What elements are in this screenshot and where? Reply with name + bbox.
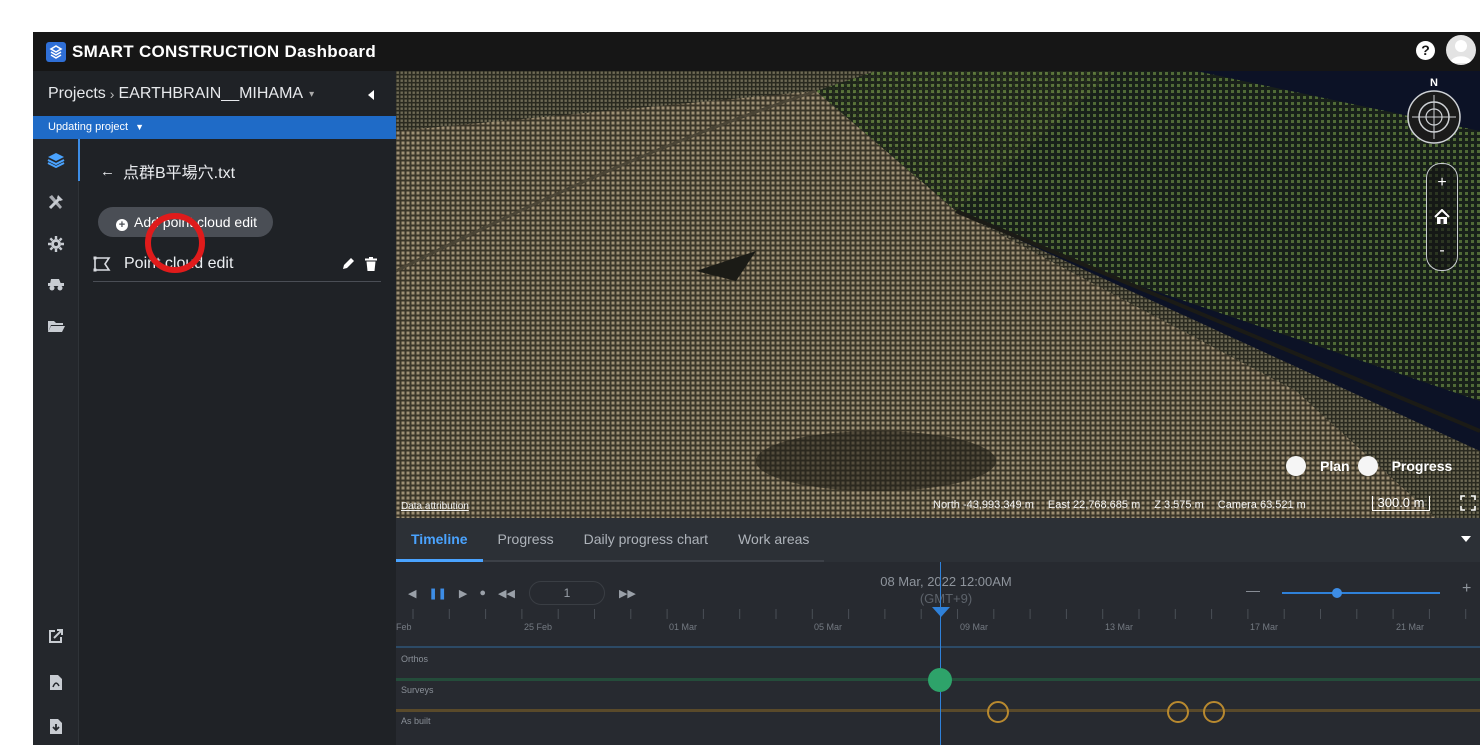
- date-tick-label: Feb: [396, 622, 412, 632]
- timeline[interactable]: ◀ ❚❚ ▶ ● ◀◀ 1 ▶▶ 08 Mar, 2022 12:00AM (G…: [396, 562, 1480, 745]
- pdf-file-icon[interactable]: [33, 661, 78, 703]
- help-icon[interactable]: ?: [1416, 41, 1435, 60]
- status-dropdown-icon[interactable]: ▼: [135, 122, 144, 132]
- clock-icon[interactable]: ●: [479, 587, 486, 599]
- logo-icon: [46, 41, 66, 62]
- breadcrumb-project[interactable]: EARTHBRAIN__MIHAMA: [118, 85, 303, 103]
- timeline-zoom-in-button[interactable]: +: [1462, 580, 1471, 598]
- plan-toggle-label: Plan: [1320, 458, 1350, 474]
- compass[interactable]: N: [1406, 77, 1462, 149]
- file-title-row[interactable]: ← 点群B平場穴.txt: [100, 159, 235, 183]
- point-cloud-scene: [396, 71, 1480, 518]
- top-bar: SMART CONSTRUCTION Dashboard ?: [33, 32, 1480, 71]
- bottom-panel: Timeline Progress Daily progress chart W…: [396, 518, 1480, 745]
- current-date: 08 Mar, 2022 12:00AM: [880, 574, 1012, 589]
- date-tick-label: 17 Mar: [1250, 622, 1279, 632]
- highlight-annotation: [145, 213, 205, 273]
- breadcrumb: Projects › EARTHBRAIN__MIHAMA ▾: [48, 85, 314, 103]
- timeline-zoom-slider[interactable]: — +: [1246, 580, 1480, 602]
- file-title: 点群B平場穴.txt: [123, 165, 236, 182]
- date-tick-label: 09 Mar: [960, 622, 989, 632]
- track-orthos: Orthos: [396, 646, 1480, 668]
- breadcrumb-separator: ›: [109, 86, 115, 102]
- tab-work-areas[interactable]: Work areas: [723, 518, 825, 562]
- play-icon[interactable]: ▶: [459, 587, 467, 600]
- data-attribution-link[interactable]: Data attribution: [401, 501, 469, 512]
- north-coordinate: North -43,993.349 m: [933, 499, 1034, 511]
- map-viewport[interactable]: N + - Plan Progress Data attribution Nor…: [396, 71, 1480, 518]
- app-title: SMART CONSTRUCTION Dashboard: [72, 41, 377, 61]
- fullscreen-icon[interactable]: [1460, 495, 1476, 511]
- current-time-display: 08 Mar, 2022 12:00AM (GMT+9): [866, 573, 1026, 607]
- app-window: SMART CONSTRUCTION Dashboard ? Projects …: [33, 32, 1480, 745]
- back-arrow-icon[interactable]: ←: [100, 163, 115, 180]
- project-dropdown-icon[interactable]: ▾: [309, 89, 314, 100]
- as-built-marker[interactable]: [1167, 701, 1189, 723]
- as-built-marker[interactable]: [987, 701, 1009, 723]
- avatar[interactable]: [1446, 35, 1476, 65]
- left-panel: Projects › EARTHBRAIN__MIHAMA ▾ Updating…: [33, 71, 396, 745]
- polygon-edit-icon: [93, 256, 111, 271]
- date-tick-label: 25 Feb: [524, 622, 553, 632]
- as-built-marker[interactable]: [1203, 701, 1225, 723]
- playback-controls: ◀ ❚❚ ▶ ● ◀◀ 1 ▶▶: [408, 581, 636, 605]
- date-tick-label: 01 Mar: [669, 622, 698, 632]
- home-view-icon[interactable]: [1427, 200, 1457, 234]
- timezone: (GMT+9): [919, 591, 973, 606]
- east-coordinate: East 22,768.685 m: [1047, 499, 1141, 511]
- rewind-icon[interactable]: ◀◀: [498, 587, 515, 600]
- status-text: Updating project: [48, 121, 129, 133]
- fast-forward-icon[interactable]: ▶▶: [619, 587, 636, 600]
- date-tick-label: 05 Mar: [814, 622, 843, 632]
- step-back-icon[interactable]: ◀: [408, 587, 416, 600]
- sidebar-rail: [33, 139, 80, 745]
- external-link-icon[interactable]: [33, 615, 78, 657]
- survey-marker[interactable]: [928, 668, 952, 692]
- track-label: As built: [401, 716, 431, 726]
- collapse-panel-icon[interactable]: [1460, 533, 1472, 545]
- scale-bar: 300.0 m: [1372, 496, 1430, 511]
- camera-height: Camera 63.521 m: [1217, 499, 1306, 511]
- trash-icon[interactable]: [365, 256, 377, 271]
- plus-circle-icon: +: [116, 219, 128, 231]
- zoom-controls: + -: [1426, 163, 1458, 271]
- layers-icon[interactable]: [33, 139, 80, 181]
- coordinate-readout: North -43,993.349 m East 22,768.685 m Z …: [933, 499, 1306, 511]
- plan-progress-toggles: Plan Progress: [1286, 456, 1460, 476]
- timeline-cursor-handle[interactable]: [932, 607, 950, 617]
- tab-daily-progress-chart[interactable]: Daily progress chart: [568, 518, 724, 562]
- folder-icon[interactable]: [33, 305, 78, 347]
- date-tick-label: 21 Mar: [1396, 622, 1425, 632]
- plan-toggle[interactable]: [1286, 456, 1306, 476]
- playback-speed[interactable]: 1: [528, 581, 605, 605]
- compass-icon[interactable]: [1406, 89, 1462, 145]
- progress-toggle-label: Progress: [1391, 458, 1453, 474]
- bottom-tabs: Timeline Progress Daily progress chart W…: [396, 518, 1480, 562]
- pencil-icon[interactable]: [341, 257, 355, 271]
- point-cloud-edit-item[interactable]: Point cloud edit: [93, 246, 381, 282]
- zoom-in-button[interactable]: +: [1427, 166, 1457, 200]
- tab-progress[interactable]: Progress: [482, 518, 569, 562]
- download-file-icon[interactable]: [33, 705, 78, 745]
- timeline-cursor[interactable]: [940, 562, 941, 745]
- progress-toggle[interactable]: [1357, 456, 1378, 476]
- zoom-out-button[interactable]: -: [1427, 234, 1457, 268]
- breadcrumb-projects[interactable]: Projects: [48, 85, 106, 103]
- tools-icon[interactable]: [33, 181, 78, 223]
- collapse-panel-icon[interactable]: [365, 88, 377, 102]
- gear-icon[interactable]: [33, 223, 78, 265]
- compass-north-label: N: [1430, 77, 1438, 89]
- tab-timeline[interactable]: Timeline: [396, 518, 483, 562]
- track-label: Orthos: [401, 654, 429, 664]
- slider-knob[interactable]: [1332, 588, 1343, 598]
- machine-icon[interactable]: [33, 263, 78, 305]
- timeline-zoom-out-button[interactable]: —: [1246, 582, 1260, 598]
- date-tick-label: 13 Mar: [1105, 622, 1134, 632]
- status-bar[interactable]: Updating project ▼: [33, 116, 396, 139]
- z-coordinate: Z 3.575 m: [1154, 499, 1204, 511]
- track-as-built: As built: [396, 709, 1480, 732]
- pause-icon[interactable]: ❚❚: [428, 587, 446, 600]
- track-label: Surveys: [401, 685, 434, 695]
- slider-track: [1282, 592, 1440, 594]
